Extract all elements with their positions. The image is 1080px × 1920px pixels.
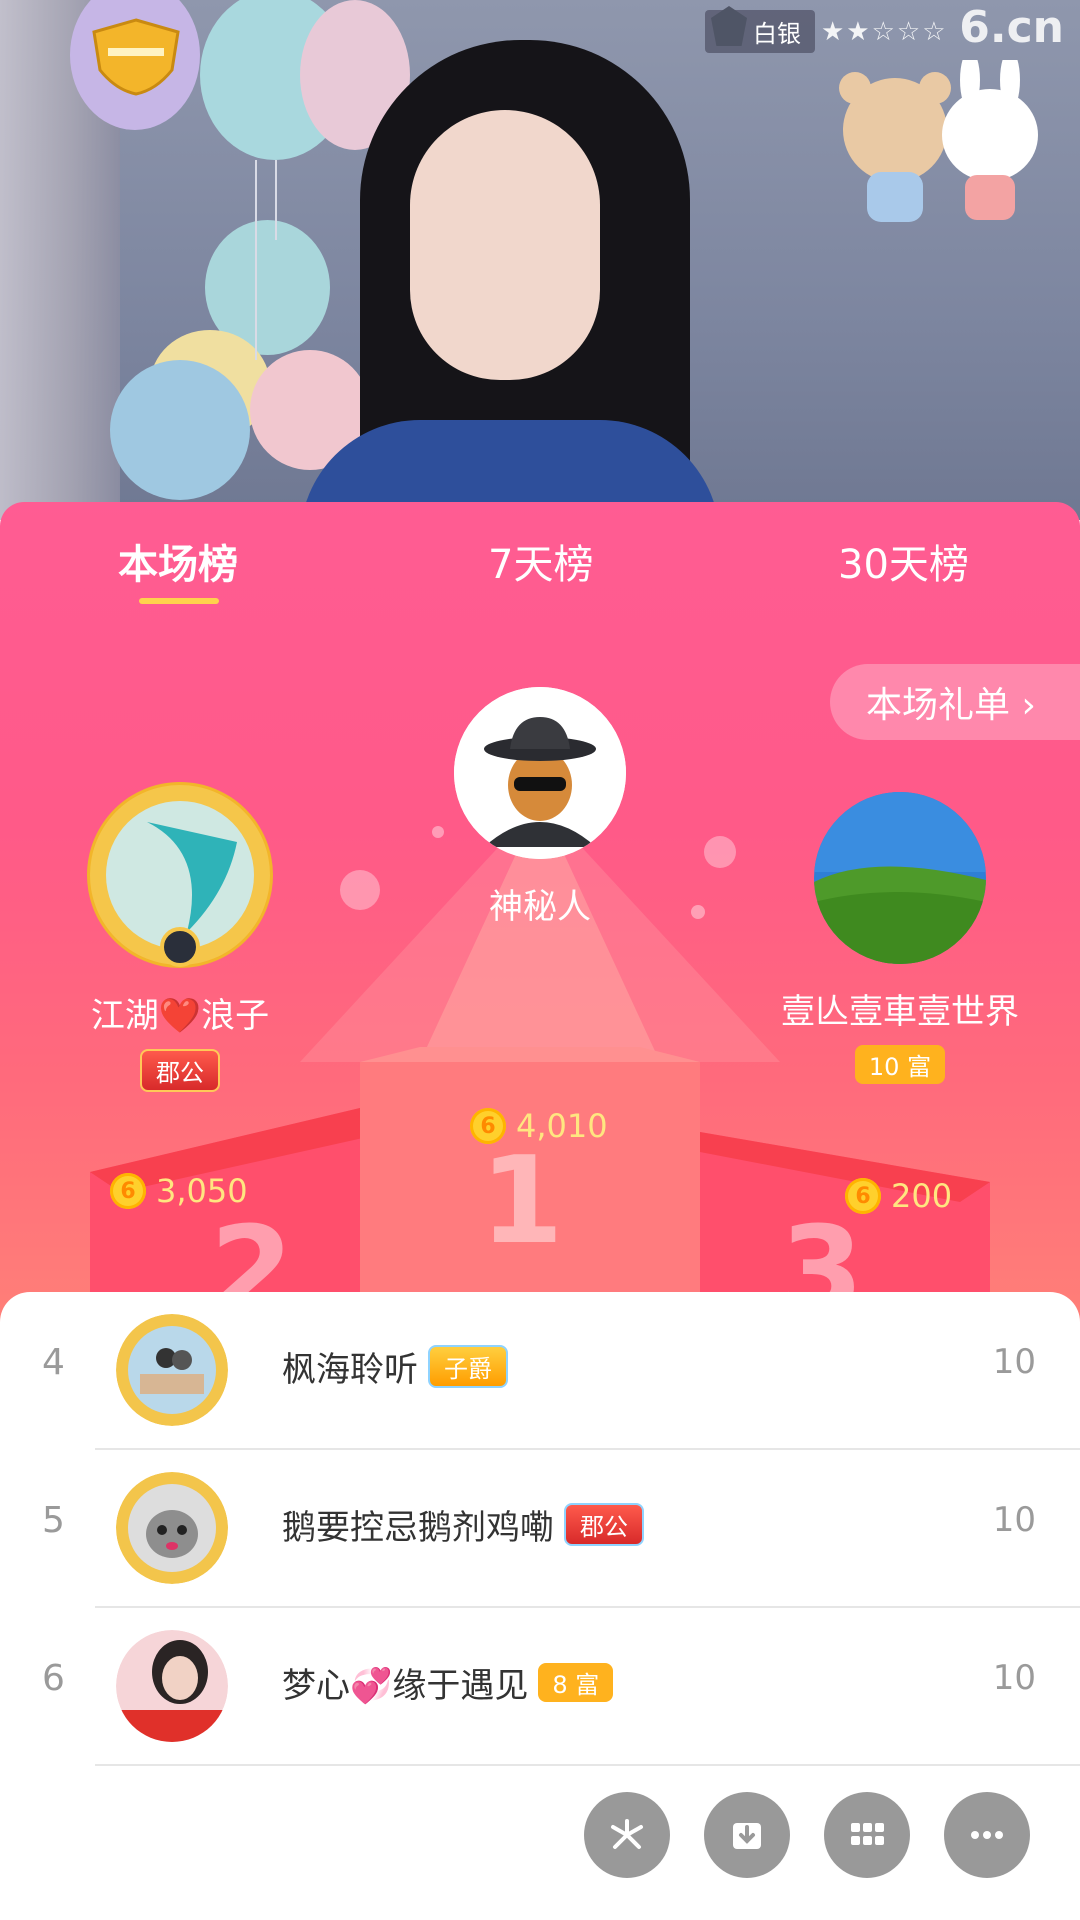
more-button[interactable] bbox=[944, 1792, 1030, 1878]
share-icon bbox=[611, 1819, 643, 1849]
rank-number: 4 bbox=[42, 1342, 65, 1383]
third-place[interactable]: 壹亾壹車壹世界 10 富 bbox=[780, 792, 1020, 1084]
noble-badge: 郡公 bbox=[140, 1049, 220, 1092]
mystery-person-icon bbox=[454, 687, 626, 859]
coin-icon: 6 bbox=[845, 1178, 881, 1214]
streamer-face bbox=[410, 110, 600, 380]
podium-number-1: 1 bbox=[480, 1132, 564, 1271]
avatar[interactable] bbox=[116, 1630, 228, 1742]
list-item-name-wrap: 梦心💞缘于遇见 8 富 bbox=[282, 1658, 614, 1707]
grid-icon bbox=[851, 1823, 884, 1845]
live-video[interactable]: 白银 ★★☆☆☆ 6.cn bbox=[0, 0, 1080, 520]
second-score: 6 3,050 bbox=[110, 1172, 248, 1210]
rank-number: 6 bbox=[42, 1658, 65, 1699]
score: 10 bbox=[992, 1342, 1036, 1382]
balloon-string bbox=[255, 160, 257, 360]
avatar[interactable] bbox=[454, 687, 626, 859]
score-value: 3,050 bbox=[156, 1172, 248, 1210]
list-item-name-wrap: 鹅要控忌鹅剂鸡嘞 郡公 bbox=[282, 1500, 644, 1549]
coin-icon: 6 bbox=[470, 1108, 506, 1144]
bottom-toolbar bbox=[584, 1792, 1030, 1878]
avatar[interactable] bbox=[87, 782, 273, 968]
score-value: 4,010 bbox=[516, 1107, 608, 1145]
winner-name: 壹亾壹車壹世界 bbox=[781, 992, 1019, 1032]
ranking-panel: 本场榜 7天榜 30天榜 本场礼单 › 1 2 3 神秘人 6 4,010 江湖… bbox=[0, 502, 1080, 1322]
score: 10 bbox=[992, 1500, 1036, 1540]
avatar-image bbox=[116, 1314, 228, 1426]
user-name: 枫海聆听 bbox=[282, 1350, 418, 1390]
score-value: 200 bbox=[891, 1177, 953, 1215]
list-item-name-wrap: 枫海聆听 子爵 bbox=[282, 1342, 508, 1391]
list-item[interactable]: 4 枫海聆听 子爵 10 bbox=[0, 1292, 1080, 1450]
rank-number: 5 bbox=[42, 1500, 65, 1541]
second-place[interactable]: 江湖❤️浪子 郡公 bbox=[60, 782, 300, 1092]
balloon-string bbox=[275, 160, 277, 240]
list-item[interactable]: 5 鹅要控忌鹅剂鸡嘞 郡公 10 bbox=[0, 1450, 1080, 1608]
winner-name: 神秘人 bbox=[489, 887, 591, 927]
avatar-image bbox=[90, 785, 270, 967]
user-name: 梦心💞缘于遇见 bbox=[282, 1666, 529, 1706]
first-place[interactable]: 神秘人 bbox=[420, 687, 660, 928]
rich-level-badge: 8 富 bbox=[538, 1663, 614, 1702]
download-icon bbox=[733, 1823, 761, 1849]
list-item[interactable]: 6 梦心💞缘于遇见 8 富 10 bbox=[0, 1608, 1080, 1766]
rich-level-badge: 10 富 bbox=[854, 1045, 946, 1084]
noble-badge: 郡公 bbox=[564, 1503, 644, 1546]
avatar-image bbox=[116, 1472, 228, 1584]
bear-bunny-sticker-icon bbox=[839, 60, 1038, 222]
winner-name: 江湖❤️浪子 bbox=[90, 996, 270, 1036]
rank-badge: 白银 bbox=[705, 10, 815, 53]
noble-badge: 子爵 bbox=[428, 1345, 508, 1388]
star-rating: ★★☆☆☆ bbox=[821, 16, 948, 47]
landscape-avatar-image bbox=[814, 792, 986, 964]
user-name: 鹅要控忌鹅剂鸡嘞 bbox=[282, 1508, 554, 1548]
score: 10 bbox=[992, 1658, 1036, 1698]
avatar[interactable] bbox=[814, 792, 986, 964]
more-icon bbox=[971, 1831, 1003, 1839]
avatar[interactable] bbox=[116, 1472, 228, 1584]
first-score: 6 4,010 bbox=[470, 1107, 608, 1145]
balloon bbox=[110, 360, 250, 500]
apps-button[interactable] bbox=[824, 1792, 910, 1878]
avatar-image bbox=[116, 1630, 228, 1742]
share-button[interactable] bbox=[584, 1792, 670, 1878]
anchor-rank: 白银 ★★☆☆☆ bbox=[705, 10, 948, 53]
coin-icon: 6 bbox=[110, 1173, 146, 1209]
divider bbox=[95, 1764, 1080, 1766]
site-logo: 6.cn bbox=[959, 2, 1064, 53]
guard-shield-icon[interactable] bbox=[86, 18, 186, 96]
avatar[interactable] bbox=[116, 1314, 228, 1426]
third-score: 6 200 bbox=[845, 1177, 952, 1215]
download-button[interactable] bbox=[704, 1792, 790, 1878]
